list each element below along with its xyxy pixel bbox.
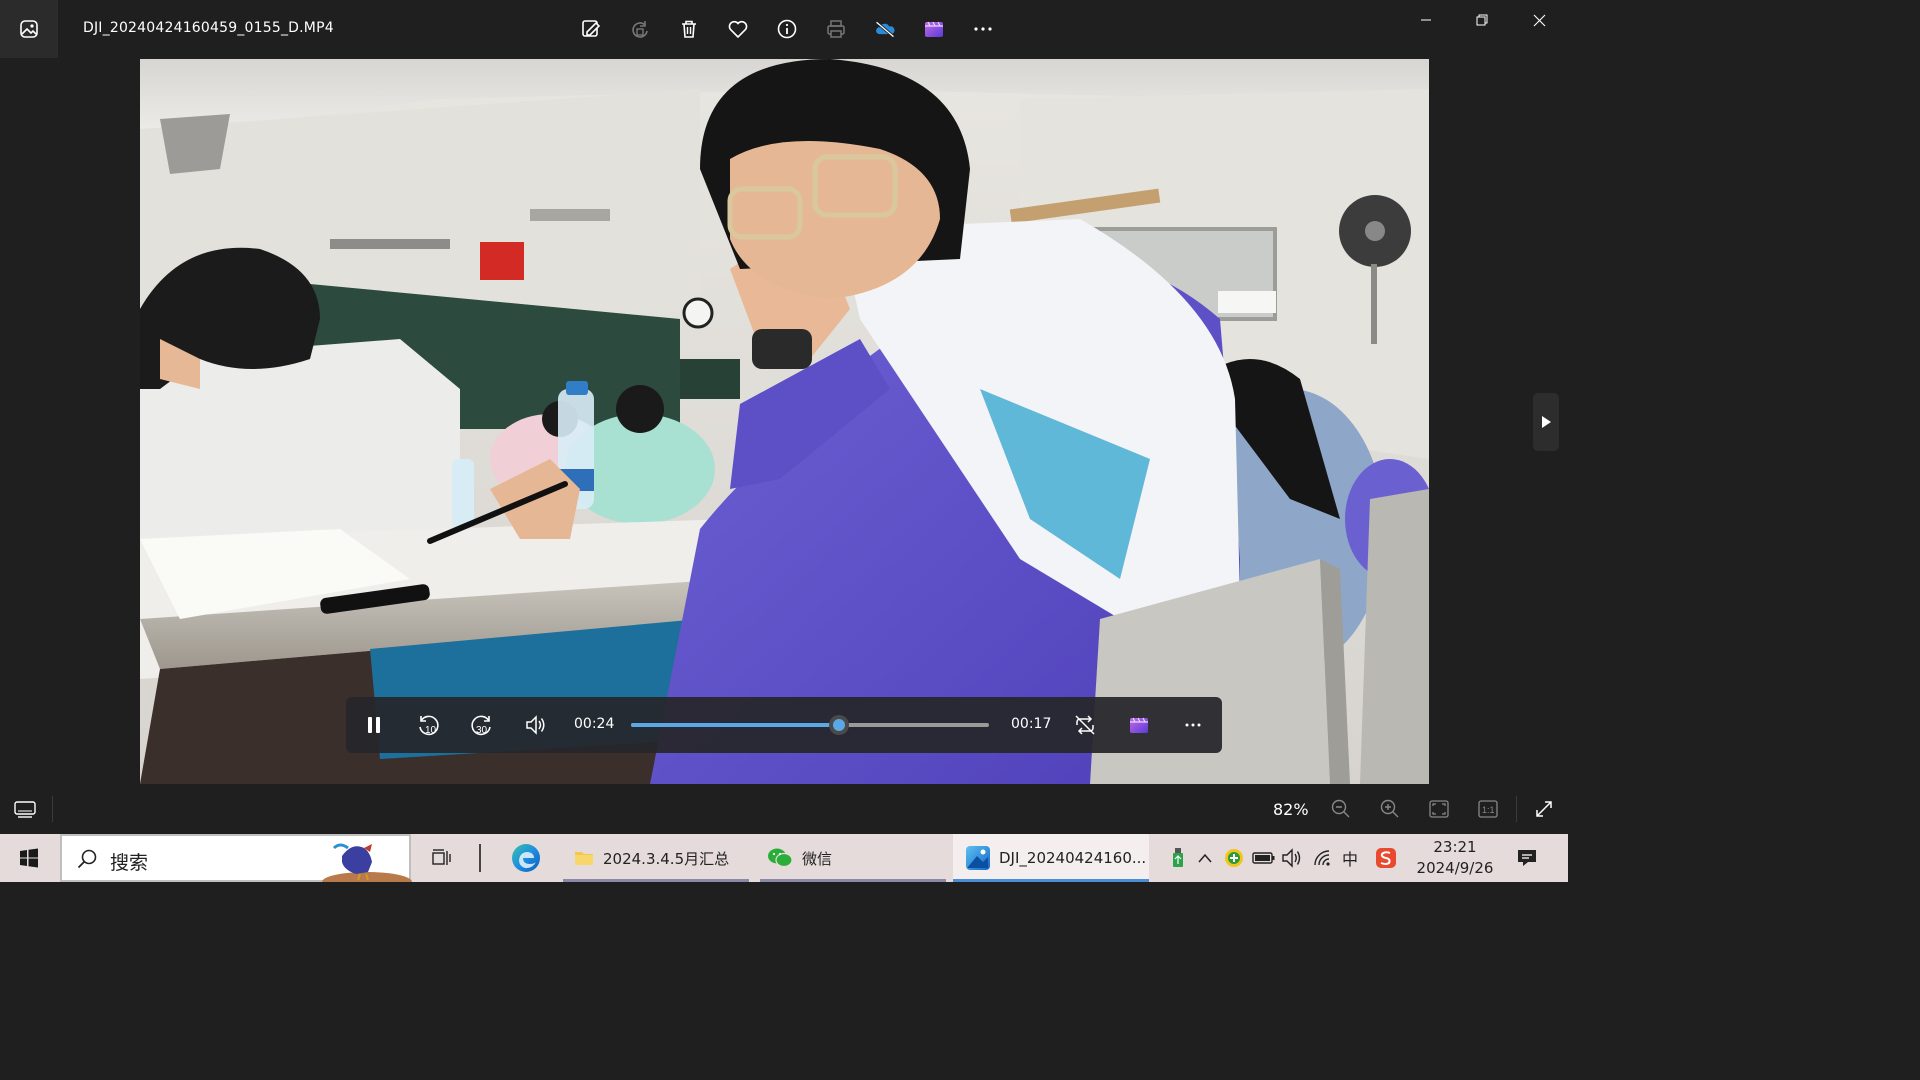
network-icon[interactable]: [1311, 846, 1335, 870]
zoom-level: 82%: [1273, 800, 1309, 819]
edit-icon[interactable]: [566, 10, 615, 48]
next-item-button[interactable]: [1533, 393, 1559, 451]
clock-time: 23:21: [1433, 838, 1477, 856]
more-icon: [1185, 723, 1201, 727]
search-icon: [76, 848, 98, 874]
bottom-status-bar: 82% 1:1: [0, 784, 1568, 834]
folder-label: 2024.3.4.5月汇总: [603, 849, 730, 868]
photos-app-icon[interactable]: [0, 0, 58, 58]
sogou-ime-icon[interactable]: [1374, 846, 1398, 870]
volume-button[interactable]: [518, 707, 554, 743]
speaker-icon[interactable]: [1280, 846, 1304, 870]
photos-icon: [966, 846, 990, 870]
fit-window-icon: [1429, 800, 1449, 818]
more-icon[interactable]: [958, 10, 1007, 48]
taskbar-wechat[interactable]: 微信: [760, 834, 946, 882]
clipchamp-icon[interactable]: [909, 10, 958, 48]
filmstrip-button[interactable]: [10, 796, 40, 822]
favorite-icon[interactable]: [713, 10, 762, 48]
video-player-controls: 10 30 00:24 00:17: [346, 697, 1222, 753]
repeat-off-button[interactable]: [1067, 707, 1103, 743]
skip-forward-label: 30: [476, 725, 488, 736]
divider: [1516, 796, 1517, 822]
info-icon[interactable]: [762, 10, 811, 48]
taskbar-photos[interactable]: DJI_20240424160...: [953, 834, 1149, 882]
app-tray-icon[interactable]: [1222, 846, 1246, 870]
seek-bar-progress: [631, 723, 839, 727]
skip-back-label: 10: [425, 725, 437, 736]
close-button[interactable]: [1511, 0, 1567, 40]
fullscreen-icon: [1536, 801, 1552, 817]
edge-icon: [512, 844, 540, 872]
ime-indicator[interactable]: 中: [1338, 846, 1362, 870]
active-indicator: [953, 879, 1149, 882]
print-icon[interactable]: [811, 10, 860, 48]
taskbar-divider: [477, 834, 483, 882]
running-indicator: [760, 879, 946, 882]
clipchamp-edit-button[interactable]: [1121, 707, 1157, 743]
pause-button[interactable]: [356, 707, 392, 743]
zoom-in-icon: [1380, 799, 1399, 818]
zoom-out-icon: [1331, 799, 1350, 818]
divider: [52, 796, 53, 822]
show-hidden-icons-chevron-icon[interactable]: [1193, 846, 1217, 870]
photos-label: DJI_20240424160...: [999, 849, 1147, 867]
folder-icon: [575, 852, 593, 865]
restore-button[interactable]: [1454, 0, 1510, 40]
zoom-out-button[interactable]: [1326, 796, 1356, 822]
usb-device-icon[interactable]: [1166, 846, 1190, 870]
task-view-button[interactable]: [425, 834, 457, 882]
wechat-icon: [768, 848, 793, 868]
classroom-video-image: [140, 59, 1429, 784]
battery-icon[interactable]: [1252, 846, 1276, 870]
elapsed-time: 00:24: [574, 716, 615, 732]
player-more-button[interactable]: [1175, 707, 1211, 743]
svg-text:1:1: 1:1: [1482, 805, 1495, 815]
delete-icon[interactable]: [664, 10, 713, 48]
remaining-time: 00:17: [1011, 716, 1052, 732]
top-toolbar: [566, 10, 1007, 48]
skip-forward-30-icon: 30: [471, 715, 491, 736]
task-view-icon: [432, 849, 451, 865]
video-frame[interactable]: [140, 59, 1429, 784]
wechat-label: 微信: [802, 849, 833, 868]
rotate-icon[interactable]: [615, 10, 664, 48]
windows-taskbar: 搜索 2024.3.4.5月汇总 微信 DJI_20240424160... 中…: [0, 834, 1568, 882]
seek-bar[interactable]: [631, 715, 989, 735]
running-indicator: [563, 879, 749, 882]
fullscreen-button[interactable]: [1529, 796, 1559, 822]
taskbar-folder[interactable]: 2024.3.4.5月汇总: [563, 834, 749, 882]
skip-forward-button[interactable]: 30: [464, 707, 500, 743]
onedrive-icon[interactable]: [860, 10, 909, 48]
start-button[interactable]: [0, 834, 58, 882]
notification-center-icon[interactable]: [1515, 846, 1539, 870]
actual-size-button[interactable]: 1:1: [1473, 796, 1503, 822]
filmstrip-icon: [14, 801, 36, 818]
pause-icon: [368, 717, 380, 733]
search-placeholder: 搜索: [110, 852, 149, 874]
taskbar-search[interactable]: 搜索: [60, 834, 412, 882]
taskbar-clock[interactable]: 23:21 2024/9/26: [1412, 837, 1498, 879]
clock-date: 2024/9/26: [1416, 859, 1494, 877]
minimize-button[interactable]: [1398, 0, 1454, 40]
skip-back-10-icon: 10: [419, 715, 439, 736]
repeat-off-icon: [1075, 715, 1095, 735]
zoom-in-button[interactable]: [1375, 796, 1405, 822]
file-title: DJI_20240424160459_0155_D.MP4: [83, 20, 334, 36]
taskbar-edge[interactable]: [507, 834, 545, 882]
clipchamp-icon: [1130, 717, 1148, 733]
search-highlight-image: [322, 843, 412, 882]
title-bar: DJI_20240424160459_0155_D.MP4: [0, 0, 1568, 58]
windows-logo-icon: [20, 848, 38, 868]
skip-back-button[interactable]: 10: [410, 707, 446, 743]
seek-thumb[interactable]: [828, 715, 849, 735]
actual-size-icon: 1:1: [1478, 800, 1498, 818]
volume-icon: [526, 715, 545, 735]
fit-to-window-button[interactable]: [1424, 796, 1454, 822]
